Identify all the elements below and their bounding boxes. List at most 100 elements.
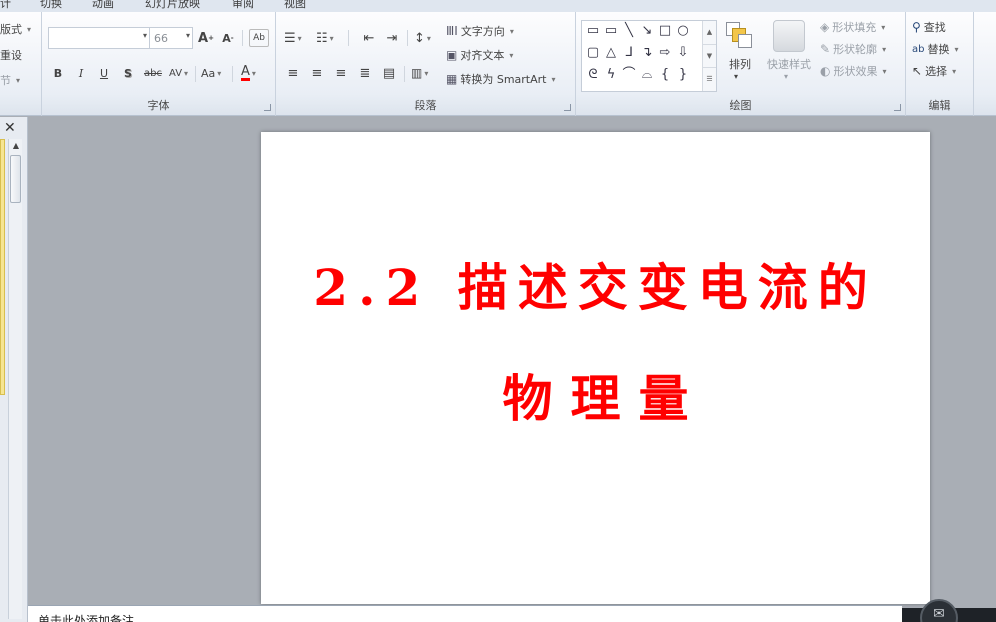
line-spacing-icon[interactable]: ↕ (414, 29, 431, 47)
align-right-icon[interactable]: ≡ (332, 64, 350, 82)
editing-group-label: 编辑 (928, 99, 951, 112)
shapes-gallery-scrollbar[interactable]: ▲ ▼ ☰ (702, 21, 716, 91)
gallery-down-icon[interactable]: ▼ (703, 44, 716, 67)
replace-icon: ab (912, 43, 925, 55)
grow-font-icon[interactable]: A + (197, 29, 215, 47)
drawing-dialog-launcher-icon[interactable] (894, 104, 901, 111)
paint-bucket-icon: ◈ (820, 20, 830, 34)
tab-animations[interactable]: 动画 (92, 0, 114, 11)
rectangle-icon[interactable]: □ (657, 23, 673, 39)
scribble-icon[interactable]: ϟ (603, 67, 619, 83)
line-icon[interactable]: ╲ (621, 23, 637, 39)
shapes-gallery[interactable]: ▭ ▭ ╲ ↘ □ ○ ▢ △ ᒧ ↴ ⇨ ⇩ ᘓ ϟ ⌒ ⌓ { } ▲ ▼ … (581, 20, 717, 92)
select-button[interactable]: ↖ 选择 (912, 62, 956, 80)
curve-icon[interactable]: ⌓ (639, 67, 655, 83)
binoculars-icon: ⚲ (912, 20, 921, 34)
notes-placeholder: 单击此处添加备注 (38, 614, 135, 622)
justify-icon[interactable]: ≣ (356, 64, 374, 82)
reset-button[interactable]: 重设 (0, 47, 22, 63)
arrange-icon[interactable] (722, 20, 754, 52)
font-color-button[interactable]: A (241, 64, 256, 82)
numbering-icon[interactable]: ☷ (316, 29, 334, 47)
font-name-combo[interactable]: ▾ (48, 27, 150, 49)
pen-icon: ✎ (820, 42, 831, 56)
floating-widget[interactable]: ✉ (902, 599, 996, 622)
font-dialog-launcher-icon[interactable] (264, 104, 271, 111)
textbox-icon[interactable]: ▭ (585, 23, 601, 39)
change-case-button[interactable]: Aa (201, 64, 221, 82)
font-size-combo[interactable]: 66 ▾ (149, 27, 193, 49)
slide-canvas[interactable]: 2.2 描述交变电流的 物理量 (261, 132, 930, 604)
rounded-rect-icon[interactable]: ▢ (585, 45, 601, 61)
columns-icon[interactable]: ▥ (411, 64, 428, 82)
quick-styles-icon[interactable] (773, 20, 805, 52)
gallery-more-icon[interactable]: ☰ (703, 67, 716, 90)
vertical-textbox-icon[interactable]: ▭ (603, 23, 619, 39)
shape-effects-button[interactable]: ◐ 形状效果 (820, 62, 887, 80)
right-brace-icon[interactable]: } (675, 67, 691, 83)
char-spacing-button[interactable]: AV (169, 64, 188, 82)
section-button[interactable]: 节 (0, 72, 20, 88)
clear-format-icon[interactable]: Ab (249, 29, 269, 47)
bullets-icon[interactable]: ☰ (284, 29, 302, 47)
text-direction-icon: ⅢⅠ (446, 24, 458, 38)
underline-button[interactable]: U (96, 64, 112, 82)
italic-button[interactable]: I (73, 64, 89, 82)
align-center-icon[interactable]: ≡ (308, 64, 326, 82)
shrink-font-icon[interactable]: A- (219, 29, 237, 47)
slide-title-line2[interactable]: 物理量 (261, 369, 930, 429)
scroll-thumb[interactable] (10, 155, 21, 203)
shape-fill-button[interactable]: ◈ 形状填充 (820, 18, 885, 36)
editing-group: ⚲查找 ab替换 ↖选择 编辑 (906, 12, 974, 116)
paragraph-dialog-launcher-icon[interactable] (564, 104, 571, 111)
smartart-button[interactable]: ▦ 转换为 SmartArt (446, 70, 556, 88)
drawing-group-label: 绘图 (729, 99, 752, 112)
arrange-button[interactable]: 排列 (724, 56, 756, 72)
arc-icon[interactable]: ⌒ (621, 67, 637, 83)
paragraph-group-label: 段落 (414, 99, 437, 112)
bold-button[interactable]: B (50, 64, 66, 82)
scroll-up-icon[interactable]: ▲ (9, 141, 23, 150)
slides-pane-scrollbar[interactable]: ▲ (8, 139, 22, 619)
replace-button[interactable]: ab 替换 (912, 40, 959, 58)
smartart-icon: ▦ (446, 72, 458, 86)
tab-transitions[interactable]: 切换 (40, 0, 62, 11)
slides-group: 版式 重设 节 (0, 12, 42, 116)
triangle-icon[interactable]: △ (603, 45, 619, 61)
notes-pane[interactable]: 单击此处添加备注 (28, 605, 902, 622)
freeform-icon[interactable]: ᘓ (585, 67, 601, 83)
distributed-icon[interactable]: ▤ (380, 64, 398, 82)
gallery-up-icon[interactable]: ▲ (703, 21, 716, 44)
find-button[interactable]: ⚲ 查找 (912, 18, 946, 36)
elbow-connector-icon[interactable]: ᒧ (621, 45, 637, 61)
font-group: ▾ 66▾ A+ A- Ab B I U S abc AV Aa A 字体 (42, 12, 276, 116)
tab-view[interactable]: 视图 (284, 0, 306, 11)
slide-title-line1[interactable]: 2.2 描述交变电流的 (261, 258, 930, 318)
strikethrough-button[interactable]: abc (142, 64, 164, 82)
decrease-indent-icon[interactable]: ⇤ (360, 29, 378, 47)
oval-icon[interactable]: ○ (675, 23, 691, 39)
cursor-icon: ↖ (912, 64, 923, 78)
tab-review[interactable]: 审阅 (232, 0, 254, 11)
increase-indent-icon[interactable]: ⇥ (383, 29, 401, 47)
arrow-line-icon[interactable]: ↘ (639, 23, 655, 39)
slide-thumbnail-selected[interactable] (0, 139, 5, 395)
arrange-dropdown-icon[interactable]: ▾ (734, 72, 738, 81)
left-brace-icon[interactable]: { (657, 67, 673, 83)
elbow-arrow-icon[interactable]: ↴ (639, 45, 655, 61)
align-text-button[interactable]: ▣ 对齐文本 (446, 46, 513, 64)
tab-slideshow[interactable]: 幻灯片放映 (145, 0, 200, 11)
layout-button[interactable]: 版式 (0, 21, 31, 37)
align-left-icon[interactable]: ≡ (284, 64, 302, 82)
text-direction-button[interactable]: ⅢⅠ 文字方向 (446, 22, 514, 40)
quick-styles-button[interactable]: 快速样式 (764, 56, 814, 72)
shape-outline-button[interactable]: ✎ 形状轮廓 (820, 40, 886, 58)
close-pane-icon[interactable]: ✕ (4, 120, 16, 136)
quick-styles-dropdown-icon[interactable]: ▾ (784, 72, 788, 81)
down-arrow-icon[interactable]: ⇩ (675, 45, 691, 61)
right-arrow-icon[interactable]: ⇨ (657, 45, 673, 61)
font-group-label: 字体 (147, 99, 170, 112)
slides-pane: ✕ ▲ (0, 117, 28, 622)
shadow-button[interactable]: S (120, 64, 136, 82)
tab-design[interactable]: 计 (0, 0, 11, 11)
